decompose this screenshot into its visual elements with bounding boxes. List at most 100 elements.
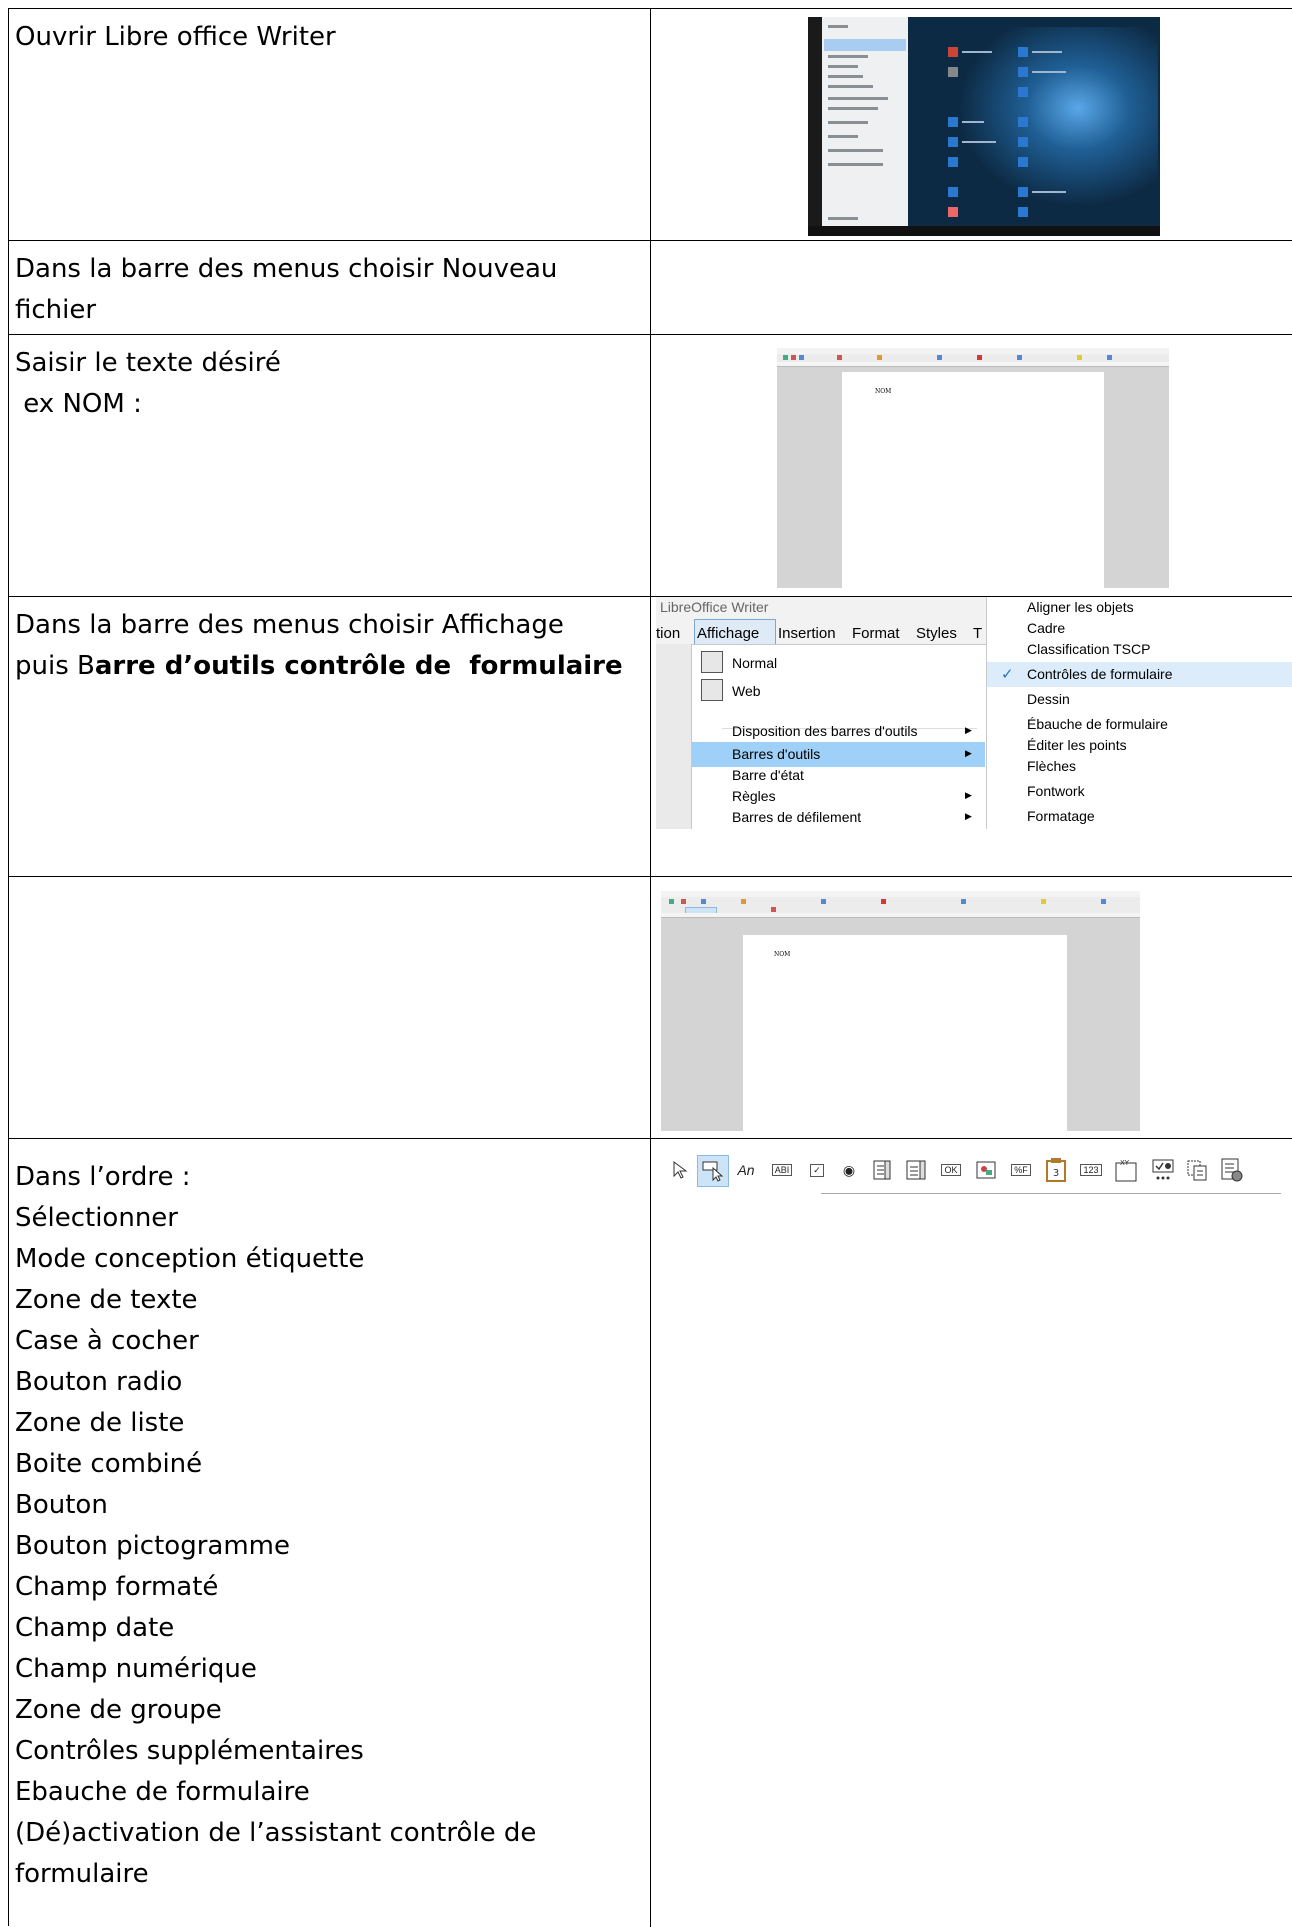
windows-start-menu-screenshot — [808, 17, 1160, 236]
submenu-arrow-icon: ▶ — [965, 790, 972, 800]
menu-format[interactable]: Format — [852, 625, 900, 642]
form-design-icon[interactable] — [1183, 1155, 1213, 1185]
submenu-item[interactable]: Classification TSCP — [1027, 641, 1150, 657]
instruction-text: Champ numérique — [15, 1654, 257, 1684]
instruction-text: Dans l’ordre : — [15, 1162, 191, 1192]
instruction-cell: Ouvrir Libre office Writer — [9, 9, 651, 240]
date-field-icon-number: 3 — [1053, 1168, 1059, 1179]
date-field-icon[interactable]: 3 — [1041, 1155, 1071, 1185]
view-menu-dropdown: Normal Web Disposition des barres d'outi… — [691, 644, 988, 829]
doc-text: NOM — [875, 388, 892, 395]
checkbox-icon[interactable]: ✓ — [803, 1155, 831, 1185]
menu-insertion[interactable]: Insertion — [778, 625, 836, 642]
window-title: LibreOffice Writer — [660, 599, 769, 615]
instructions-table: Ouvrir Libre office Writer Dans la barre… — [8, 8, 1292, 1927]
checkbox-icon-glyph: ✓ — [810, 1163, 824, 1177]
instruction-text: Sélectionner — [15, 1203, 178, 1233]
instruction-text: ex NOM : — [15, 389, 142, 419]
menu-affichage[interactable]: Affichage — [697, 625, 759, 642]
instruction-text-plain: puis B — [15, 651, 95, 681]
more-controls-icon[interactable] — [1147, 1155, 1179, 1185]
instruction-text: Zone de liste — [15, 1408, 185, 1438]
instruction-text: fichier — [15, 295, 97, 325]
instruction-text: Bouton radio — [15, 1367, 183, 1397]
screenshot-cell: An ABI ✓ ◉ OK %F 3 123 XY — [651, 1139, 1292, 1927]
formatted-field-icon[interactable]: %F — [1005, 1155, 1037, 1185]
instruction-text: Boite combiné — [15, 1449, 203, 1479]
submenu-item-form-controls[interactable]: Contrôles de formulaire — [1027, 666, 1173, 682]
doc-text: NOM — [774, 951, 791, 958]
list-box-icon[interactable] — [867, 1155, 897, 1185]
menu-item-scrollbars[interactable]: Barres de défilement — [732, 809, 861, 825]
instruction-text: Mode conception étiquette — [15, 1244, 365, 1274]
numeric-field-icon[interactable]: 123 — [1075, 1155, 1107, 1185]
instruction-text: (Dé)activation de l’assistant contrôle d… — [15, 1818, 537, 1848]
submenu-arrow-icon: ▶ — [965, 748, 972, 758]
screenshot-cell: NOM — [651, 877, 1292, 1138]
menu-t[interactable]: T — [973, 625, 982, 642]
instruction-text: Champ date — [15, 1613, 175, 1643]
menu-item-rulers[interactable]: Règles — [732, 788, 776, 804]
push-button-icon-label: OK — [941, 1164, 961, 1176]
submenu-item[interactable]: Aligner les objets — [1027, 599, 1134, 615]
checkmark-icon: ✓ — [1001, 666, 1014, 683]
instruction-text: Zone de groupe — [15, 1695, 222, 1725]
form-controls-toolbar: An ABI ✓ ◉ OK %F 3 123 XY — [661, 1149, 1283, 1194]
submenu-item[interactable]: Fontwork — [1027, 783, 1085, 799]
table-row: Dans la barre des menus choisir Nouveau … — [9, 241, 1292, 335]
instruction-text: puis Barre d’outils contrôle de formulai… — [15, 646, 644, 687]
text-box-icon[interactable]: ABI — [765, 1155, 799, 1185]
select-arrow-icon[interactable] — [667, 1155, 693, 1185]
submenu-arrow-icon: ▶ — [965, 725, 972, 735]
group-box-icon[interactable]: XY — [1111, 1155, 1141, 1185]
instruction-text: Case à cocher — [15, 1326, 199, 1356]
submenu-item[interactable]: Flèches — [1027, 758, 1076, 774]
table-row: Dans l’ordre : Sélectionner Mode concept… — [9, 1139, 1292, 1927]
design-mode-icon[interactable] — [697, 1155, 729, 1187]
submenu-item[interactable]: Formatage — [1027, 808, 1095, 824]
text-box-icon-label: ABI — [771, 1164, 793, 1176]
screenshot-cell — [651, 9, 1292, 240]
instruction-text: Ebauche de formulaire — [15, 1777, 310, 1807]
submenu-item[interactable]: Cadre — [1027, 620, 1065, 636]
instruction-cell: Dans la barre des menus choisir Affichag… — [9, 597, 651, 876]
writer-document-screenshot: NOM — [777, 348, 1169, 588]
instruction-text: Bouton pictogramme — [15, 1531, 290, 1561]
menu-item-status-bar[interactable]: Barre d'état — [732, 767, 804, 783]
toolbars-submenu: ✓ Aligner les objets Cadre Classificatio… — [986, 597, 1292, 829]
screenshot-cell: NOM — [651, 335, 1292, 596]
submenu-item[interactable]: Ébauche de formulaire — [1027, 716, 1168, 732]
instruction-text: Ouvrir Libre office Writer — [15, 22, 336, 52]
menu-item-web[interactable]: Web — [732, 683, 761, 699]
formatted-field-icon-label: %F — [1011, 1164, 1031, 1176]
menu-item-toolbars[interactable]: Barres d'outils — [732, 746, 820, 762]
submenu-item[interactable]: Dessin — [1027, 691, 1070, 707]
label-field-icon[interactable]: An — [731, 1155, 761, 1185]
screenshot-cell: LibreOffice Writer tion Affichage Insert… — [651, 597, 1292, 876]
instruction-text: Contrôles supplémentaires — [15, 1736, 364, 1766]
submenu-item[interactable]: Éditer les points — [1027, 737, 1127, 753]
instruction-text: Zone de texte — [15, 1285, 198, 1315]
menu-tion[interactable]: tion — [656, 625, 680, 642]
instruction-text: formulaire — [15, 1859, 149, 1889]
web-view-icon — [701, 679, 723, 701]
radio-button-icon[interactable]: ◉ — [835, 1155, 863, 1185]
table-row: Dans la barre des menus choisir Affichag… — [9, 597, 1292, 877]
instruction-cell: Dans l’ordre : Sélectionner Mode concept… — [9, 1139, 651, 1927]
menu-styles[interactable]: Styles — [916, 625, 957, 642]
wizard-toggle-icon[interactable] — [1217, 1155, 1247, 1185]
instruction-text: Bouton — [15, 1490, 108, 1520]
combo-box-icon[interactable] — [901, 1155, 931, 1185]
push-button-icon[interactable]: OK — [935, 1155, 967, 1185]
instruction-text: Saisir le texte désiré — [15, 348, 281, 378]
table-row: Ouvrir Libre office Writer — [9, 9, 1292, 241]
table-row: Saisir le texte désiré ex NOM : NOM — [9, 335, 1292, 597]
menu-item-normal[interactable]: Normal — [732, 655, 777, 671]
instruction-text: Dans la barre des menus choisir Affichag… — [15, 610, 564, 640]
normal-view-icon — [701, 651, 723, 673]
libreoffice-view-menu-screenshot: LibreOffice Writer tion Affichage Insert… — [656, 597, 1292, 829]
instruction-text-bold: arre d’outils contrôle de formulaire — [94, 651, 623, 681]
menu-item-toolbar-layout[interactable]: Disposition des barres d'outils — [732, 723, 918, 739]
instruction-cell: Dans la barre des menus choisir Nouveau … — [9, 241, 651, 334]
image-button-icon[interactable] — [971, 1155, 1001, 1185]
